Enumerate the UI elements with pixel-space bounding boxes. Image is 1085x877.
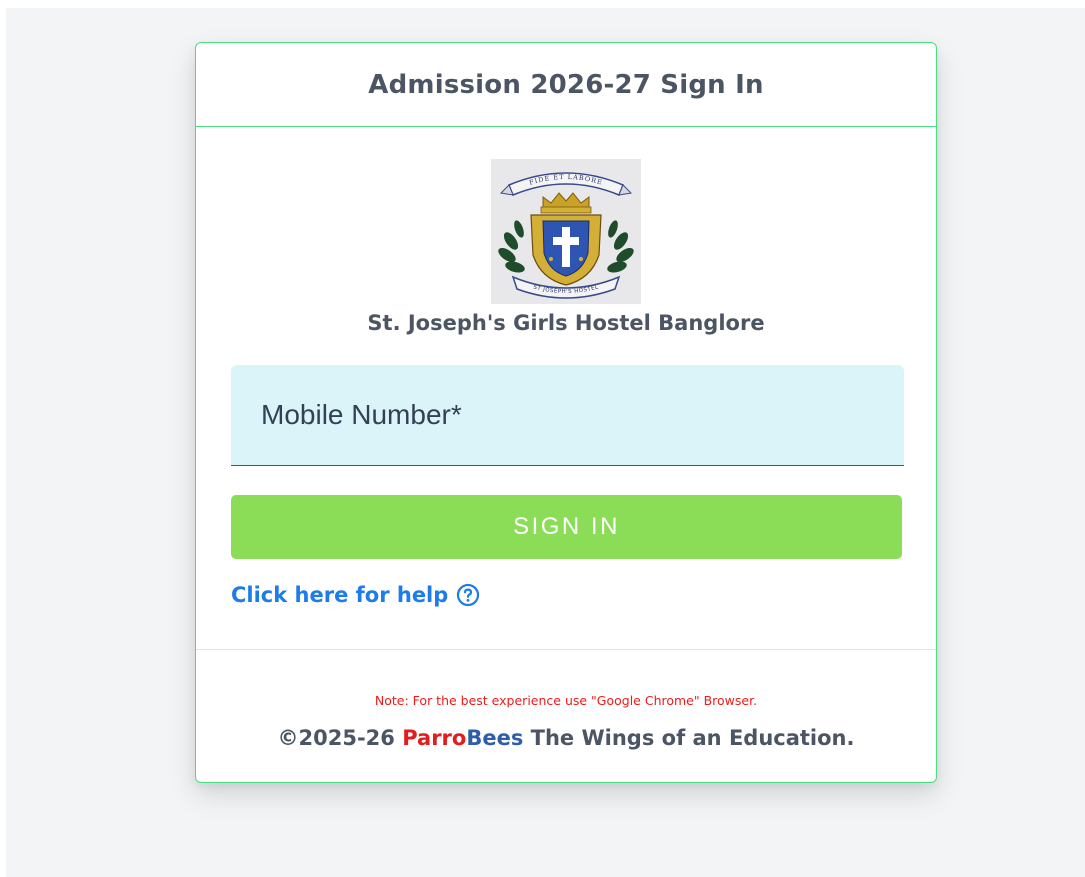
- footer-tagline: The Wings of an Education.: [523, 726, 855, 750]
- sign-in-button[interactable]: SIGN IN: [231, 495, 902, 559]
- card-header: Admission 2026-27 Sign In: [196, 43, 936, 127]
- mobile-field-container: [231, 365, 904, 466]
- help-link[interactable]: Click here for help: [231, 583, 480, 607]
- crest-graphic: FIDE ET LABORE ST JOSEPH'S HOSTEL: [491, 159, 641, 304]
- signin-card: Admission 2026-27 Sign In FIDE ET LABORE: [195, 42, 937, 783]
- organization-name: St. Joseph's Girls Hostel Banglore: [367, 311, 765, 335]
- brand-bees: Bees: [466, 726, 524, 750]
- help-link-label: Click here for help: [231, 583, 449, 607]
- copyright-prefix: ©2025-26: [277, 726, 403, 750]
- brand-parro: Parro: [402, 726, 467, 750]
- page-title: Admission 2026-27 Sign In: [368, 69, 764, 100]
- mobile-number-input[interactable]: [231, 365, 904, 465]
- question-circle-icon: [456, 583, 480, 607]
- school-crest-icon: FIDE ET LABORE ST JOSEPH'S HOSTEL: [491, 159, 641, 304]
- copyright-footer: ©2025-26 ParroBees The Wings of an Educa…: [196, 726, 936, 750]
- footer-divider: [196, 649, 936, 650]
- browser-note: Note: For the best experience use "Googl…: [374, 693, 758, 708]
